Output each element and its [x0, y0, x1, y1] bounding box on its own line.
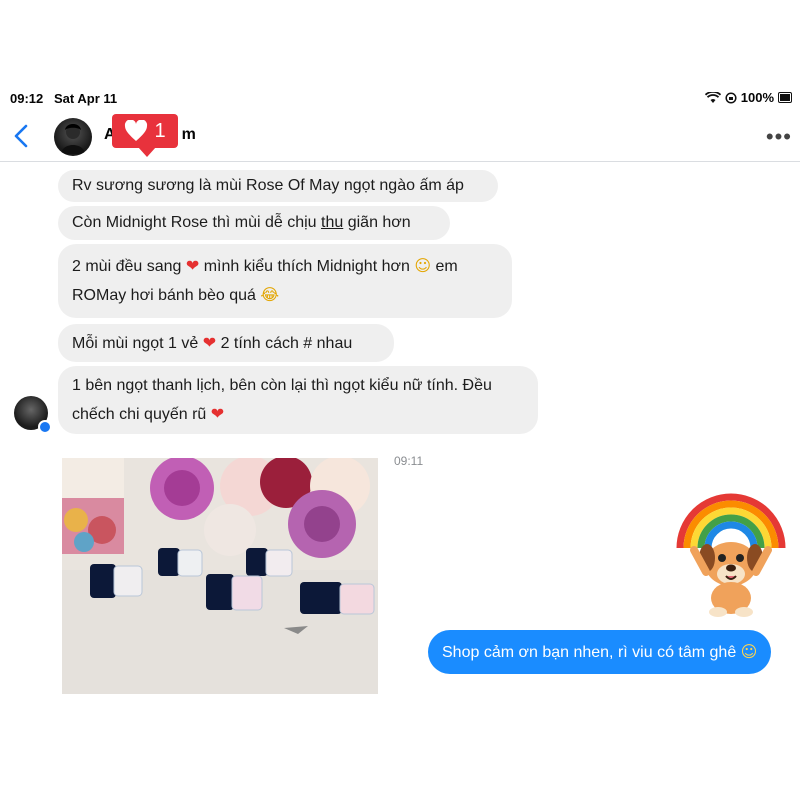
product-photo[interactable]: [62, 458, 378, 694]
battery-percent: 100%: [740, 90, 774, 105]
battery-icon: [778, 92, 792, 103]
rotation-lock-icon: [725, 91, 737, 104]
message-line: 1 bên ngọt thanh lịch, bên còn lại thì n…: [72, 377, 492, 394]
like-count: 1: [154, 119, 166, 142]
status-indicators: 100%: [704, 90, 792, 105]
message-text: giãn hơn: [343, 214, 411, 231]
heart-emoji-icon: ❤: [210, 404, 225, 423]
message-timestamp: 09:11: [394, 454, 424, 468]
message-text: mình kiểu thích Midnight hơn: [199, 258, 415, 275]
more-options-icon[interactable]: •••: [766, 124, 792, 150]
status-time: 09:12: [10, 91, 44, 106]
relieved-emoji-icon: ☺: [740, 642, 758, 661]
back-chevron-icon[interactable]: [10, 122, 34, 150]
status-bar: 09:12 Sat Apr 11 100%: [0, 86, 800, 108]
message-text-underlined: thu: [321, 214, 344, 231]
contact-name-end: m: [181, 126, 196, 143]
perfume-bottles-photo: [62, 458, 378, 694]
message-text: Rv sương sương là mùi Rose Of May ngọt n…: [72, 177, 464, 194]
message-text: 2 tính cách # nhau: [216, 335, 353, 352]
message-text: em: [431, 258, 458, 275]
status-date: Sat Apr 11: [54, 91, 118, 106]
message-bubble[interactable]: Rv sương sương là mùi Rose Of May ngọt n…: [58, 170, 498, 202]
message-text: 2 mùi đều sang: [72, 258, 186, 275]
message-text: chếch chi quyến rũ: [72, 406, 211, 423]
laughing-emoji-icon: 😂: [260, 285, 280, 304]
wifi-icon: [704, 91, 721, 103]
message-bubble[interactable]: 2 mùi đều sang ❤ mình kiểu thích Midnigh…: [58, 244, 512, 318]
message-line: ROMay hơi bánh bèo quá 😂: [72, 281, 498, 310]
message-bubble[interactable]: Còn Midnight Rose thì mùi dễ chịu thu gi…: [58, 206, 450, 240]
message-bubble[interactable]: Mỗi mùi ngọt 1 vẻ ❤ 2 tính cách # nhau: [58, 324, 394, 362]
heart-emoji-icon: ❤: [202, 333, 217, 352]
message-line: 2 mùi đều sang ❤ mình kiểu thích Midnigh…: [72, 252, 498, 281]
outgoing-message-bubble[interactable]: Shop cảm ơn bạn nhen, rì viu có tâm ghê …: [428, 630, 772, 674]
message-text: Mỗi mùi ngọt 1 vẻ: [72, 335, 203, 352]
message-bubble[interactable]: 1 bên ngọt thanh lịch, bên còn lại thì n…: [58, 366, 538, 434]
person-silhouette-icon: [61, 124, 85, 154]
messenger-icon: [38, 420, 52, 434]
message-text: Còn Midnight Rose thì mùi dễ chịu: [72, 214, 322, 231]
message-text: Shop cảm ơn bạn nhen, rì viu có tâm ghê: [442, 644, 741, 661]
contact-avatar[interactable]: [54, 118, 92, 156]
smile-emoji-icon: ☺: [414, 256, 431, 275]
heart-icon: [125, 120, 148, 141]
heart-emoji-icon: ❤: [185, 256, 200, 275]
rainbow-dog-sticker[interactable]: [674, 488, 788, 618]
message-text: ROMay hơi bánh bèo quá: [72, 287, 261, 304]
message-line: chếch chi quyến rũ ❤: [72, 400, 524, 429]
like-notification-badge: 1: [112, 114, 178, 157]
